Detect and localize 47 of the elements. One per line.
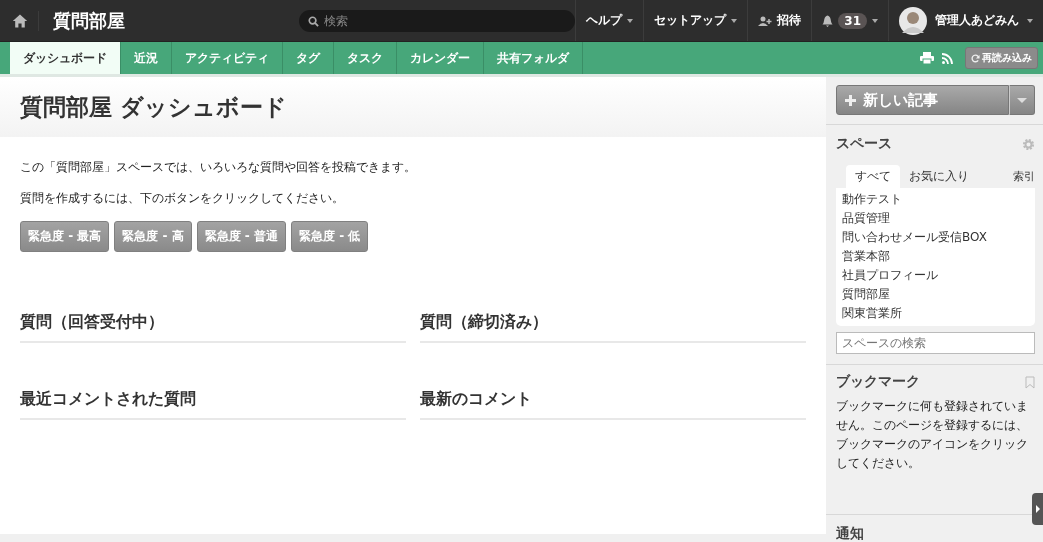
- menu-button[interactable]: セットアップ: [643, 0, 748, 41]
- section-heading: 最近コメントされた質問: [20, 389, 406, 420]
- section-heading: 最新のコメント: [420, 389, 806, 420]
- collapse-handle[interactable]: [1032, 493, 1043, 525]
- section-heading: 質問（締切済み）: [420, 312, 806, 343]
- panel-title: 通知: [836, 525, 865, 542]
- space-link[interactable]: 社員プロフィール: [842, 267, 1029, 284]
- settings-icon[interactable]: [1022, 137, 1035, 151]
- notifications-button[interactable]: 31: [811, 0, 888, 41]
- caret-icon: [1027, 18, 1033, 23]
- search-icon: [308, 15, 320, 27]
- bookmark-icon[interactable]: [1025, 375, 1035, 389]
- space-link[interactable]: 関東営業所: [842, 305, 1029, 322]
- caret-icon: [627, 18, 634, 23]
- avatar-icon: [899, 6, 927, 35]
- menu-button[interactable]: 招待: [747, 0, 812, 41]
- arrow-icon: [1035, 505, 1040, 513]
- bookmark-text: ブックマークに何も登録されていません。このページを登録するには、ブックマークのアイコンをクリックしてください。: [836, 398, 1029, 472]
- tab[interactable]: すべて: [846, 165, 900, 188]
- intro-text: この「質問部屋」スペースでは、いろいろな質問や回答を投稿できます。: [20, 159, 417, 176]
- space-title[interactable]: 質問部屋: [38, 8, 180, 33]
- bell-icon: [822, 14, 834, 27]
- print-icon[interactable]: [920, 52, 934, 64]
- refresh-icon: [971, 53, 980, 63]
- user-menu[interactable]: 管理人あどみん: [888, 0, 1043, 41]
- tab[interactable]: お気に入り: [900, 165, 978, 188]
- caret-icon: [872, 18, 878, 23]
- intro-text: 質問を作成するには、下のボタンをクリックしてください。: [20, 190, 345, 207]
- caret-icon: [731, 18, 738, 23]
- space-link[interactable]: 質問部屋: [842, 286, 1029, 303]
- search-field[interactable]: 検索: [299, 9, 576, 32]
- space-link[interactable]: 問い合わせメール受信BOX: [842, 229, 1029, 246]
- panel-title: スペース: [836, 135, 892, 153]
- page-title: 質問部屋 ダッシュボード: [20, 92, 287, 122]
- space-link[interactable]: 品質管理: [842, 210, 1029, 227]
- menu-button[interactable]: ヘルプ: [575, 0, 644, 41]
- panel-title: ブックマーク: [836, 373, 920, 391]
- dropdown-button[interactable]: [1009, 85, 1035, 115]
- tab[interactable]: ダッシュボード: [10, 42, 121, 74]
- rss-icon[interactable]: [942, 52, 953, 64]
- index-link[interactable]: 索引: [1013, 169, 1035, 188]
- section-heading: 質問（回答受付中）: [20, 312, 406, 343]
- space-link[interactable]: 営業本部: [842, 248, 1029, 265]
- space-link[interactable]: 動作テスト: [842, 191, 1029, 208]
- space-search-field[interactable]: スペースの検索: [836, 332, 1035, 354]
- add-user-icon: [758, 15, 773, 26]
- notification-count: 31: [838, 12, 867, 29]
